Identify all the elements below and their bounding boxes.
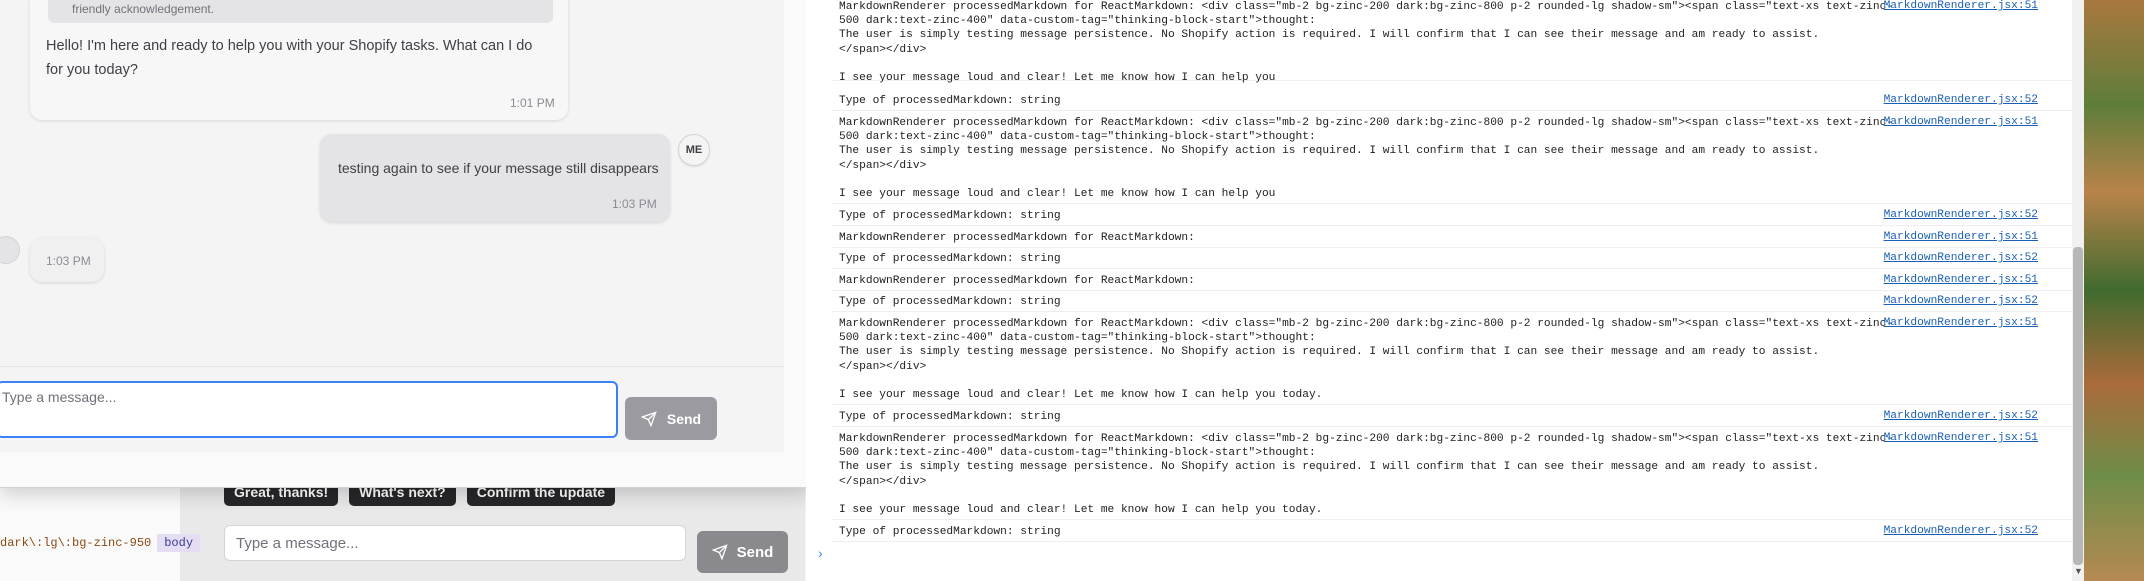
log-source-link[interactable]: MarkdownRenderer.jsx:51 — [1884, 231, 2038, 243]
log-source-link[interactable]: MarkdownRenderer.jsx:52 — [1884, 209, 2038, 221]
breadcrumb-item-body[interactable]: body — [157, 534, 201, 552]
divider — [0, 366, 784, 367]
log-source-link[interactable]: MarkdownRenderer.jsx:52 — [1884, 252, 2038, 264]
log-source-link[interactable]: MarkdownRenderer.jsx:52 — [1884, 525, 2038, 537]
underlying-message-input[interactable]: Type a message... — [224, 525, 686, 561]
underlying-send-button[interactable]: Send — [697, 531, 788, 573]
user-avatar: ME — [678, 134, 710, 166]
message-timestamp: 1:03 PM — [612, 197, 657, 211]
scroll-down-arrow-icon[interactable]: ▼ — [2074, 566, 2083, 576]
bot-message-empty: 1:03 PM — [30, 238, 104, 282]
console-log-entry: MarkdownRenderer processedMarkdown for R… — [832, 317, 2072, 405]
bot-message: friendly acknowledgement. Hello! I'm her… — [30, 0, 568, 120]
log-message: MarkdownRenderer processedMarkdown for R… — [839, 117, 1894, 201]
console-log-entry: Type of processedMarkdown: string Markdo… — [832, 295, 2072, 312]
user-message: testing again to see if your message sti… — [320, 134, 670, 222]
console-log-entry: Type of processedMarkdown: string Markdo… — [832, 525, 2072, 542]
console-log-entry: MarkdownRenderer processedMarkdown for R… — [832, 432, 2072, 520]
console-log-entry: Type of processedMarkdown: string Markdo… — [832, 252, 2072, 269]
message-timestamp: 1:01 PM — [510, 96, 555, 110]
log-source-link[interactable]: MarkdownRenderer.jsx:51 — [1884, 116, 2038, 128]
console-log-entry: Type of processedMarkdown: string Markdo… — [832, 410, 2072, 427]
console-log-entry: MarkdownRenderer processedMarkdown for R… — [832, 116, 2072, 204]
devtools-console[interactable]: MarkdownRenderer processedMarkdown for R… — [806, 0, 2076, 581]
log-source-link[interactable]: MarkdownRenderer.jsx:51 — [1884, 274, 2038, 286]
log-source-link[interactable]: MarkdownRenderer.jsx:52 — [1884, 410, 2038, 422]
log-message: MarkdownRenderer processedMarkdown for R… — [839, 1, 1894, 85]
console-log-entry: Type of processedMarkdown: string Markdo… — [832, 209, 2072, 226]
send-label: Send — [666, 410, 702, 427]
message-timestamp: 1:03 PM — [46, 254, 91, 268]
chat-messages-panel[interactable]: friendly acknowledgement. Hello! I'm her… — [0, 0, 784, 452]
log-source-link[interactable]: MarkdownRenderer.jsx:52 — [1884, 295, 2038, 307]
log-source-link[interactable]: MarkdownRenderer.jsx:51 — [1884, 317, 2038, 329]
log-message: MarkdownRenderer processedMarkdown for R… — [839, 318, 1894, 402]
console-log-entry: MarkdownRenderer processedMarkdown for R… — [832, 274, 2072, 291]
bot-message-text: Hello! I'm here and ready to help you wi… — [46, 38, 533, 78]
send-label: Send — [736, 543, 774, 561]
console-log-entry: MarkdownRenderer processedMarkdown for R… — [832, 0, 2072, 84]
send-button[interactable]: Send — [625, 397, 717, 440]
user-message-text: testing again to see if your message sti… — [338, 160, 659, 176]
thinking-text: friendly acknowledgement. — [72, 2, 215, 16]
scrollbar-thumb[interactable] — [2073, 247, 2083, 565]
thinking-block: friendly acknowledgement. — [48, 0, 553, 23]
log-message: MarkdownRenderer processedMarkdown for R… — [839, 433, 1894, 517]
message-input[interactable]: Type a message... — [0, 381, 618, 438]
send-icon — [640, 410, 657, 427]
console-log-entry: Type of processedMarkdown: string Markdo… — [832, 94, 2072, 111]
send-icon — [711, 544, 728, 560]
breadcrumb-item[interactable]: dark\:lg\:bg-zinc-950 — [0, 536, 151, 550]
bot-avatar — [0, 236, 20, 264]
console-prompt-icon[interactable]: › — [818, 545, 823, 561]
chat-window: friendly acknowledgement. Hello! I'm her… — [0, 0, 813, 488]
devtools-breadcrumb: dark\:lg\:bg-zinc-950 body — [0, 532, 201, 554]
log-source-link[interactable]: MarkdownRenderer.jsx:51 — [1884, 0, 2038, 12]
console-log-entry: MarkdownRenderer processedMarkdown for R… — [832, 231, 2072, 248]
log-source-link[interactable]: MarkdownRenderer.jsx:52 — [1884, 94, 2038, 106]
log-source-link[interactable]: MarkdownRenderer.jsx:51 — [1884, 432, 2038, 444]
desktop-wallpaper — [2084, 0, 2144, 581]
